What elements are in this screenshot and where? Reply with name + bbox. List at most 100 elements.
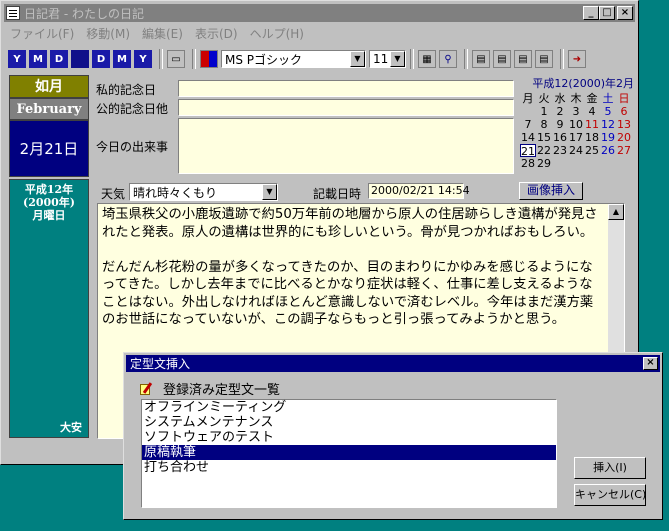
calendar-day[interactable]: 28 [520, 157, 536, 170]
template-listbox[interactable]: オフラインミーティング システムメンテナンス ソフトウェアのテスト 原稿執筆 打… [141, 399, 557, 508]
calendar-day[interactable]: 19 [600, 131, 616, 144]
image-icon[interactable]: ▦ [418, 50, 436, 68]
list-item[interactable]: ソフトウェアのテスト [142, 430, 556, 445]
calendar-day-today[interactable]: 21 [520, 144, 536, 158]
main-titlebar[interactable]: 日記君 - わたしの日記 _ □ × [4, 4, 635, 22]
calendar-day[interactable]: 14 [520, 131, 536, 144]
layout-2-icon[interactable]: ▤ [493, 50, 511, 68]
private-anniversary-label: 私的記念日 [96, 83, 157, 97]
calendar-weekday: 水 [554, 92, 566, 105]
calendar-day[interactable]: 27 [616, 144, 632, 157]
menu-edit[interactable]: 編集(E) [136, 25, 189, 42]
era-year: 平成12年 [24, 183, 74, 196]
insert-image-button[interactable]: 画像挿入 [519, 182, 583, 200]
chevron-down-icon[interactable]: ▼ [262, 184, 277, 200]
calendar-day[interactable]: 13 [616, 118, 632, 131]
toolbar-separator [159, 49, 163, 69]
calendar-day[interactable]: 20 [616, 131, 632, 144]
calendar-day[interactable]: 23 [552, 144, 568, 157]
search-icon[interactable]: ⚲ [439, 50, 457, 68]
window-icon[interactable]: ▭ [167, 50, 185, 68]
exit-door-icon[interactable]: ➜ [568, 50, 586, 68]
layout-3-icon[interactable]: ▤ [514, 50, 532, 68]
calendar-day[interactable]: 26 [600, 144, 616, 157]
calendar-day[interactable]: 7 [520, 118, 536, 131]
layout-1-icon[interactable]: ▤ [472, 50, 490, 68]
calendar-day[interactable]: 18 [584, 131, 600, 144]
toolbar-separator [560, 49, 564, 69]
calendar-day[interactable]: 24 [568, 144, 584, 157]
calendar-day[interactable]: 22 [536, 144, 552, 157]
calendar-day[interactable]: 25 [584, 144, 600, 157]
calendar-day[interactable]: 3 [568, 105, 584, 118]
list-item-selected[interactable]: 原稿執筆 [142, 445, 556, 460]
calendar-day[interactable]: 1 [536, 105, 552, 118]
calendar-day[interactable]: 10 [568, 118, 584, 131]
list-item[interactable]: オフラインミーティング [142, 400, 556, 415]
public-anniversary-field[interactable] [178, 99, 514, 116]
diary-app-icon[interactable] [6, 6, 20, 20]
diary-text: 埼玉県秩父の小鹿坂遺跡で約50万年前の地層から原人の住居跡らしき遺構が発見された… [102, 207, 598, 327]
calendar-day[interactable]: 6 [616, 105, 632, 118]
calendar-day[interactable]: 17 [568, 131, 584, 144]
cancel-button[interactable]: キャンセル(C) [574, 484, 646, 506]
menu-view[interactable]: 表示(D) [189, 25, 244, 42]
prev-day-button[interactable]: D [50, 50, 68, 68]
dialog-titlebar[interactable]: 定型文挿入 × [126, 355, 660, 372]
list-item[interactable]: 打ち合わせ [142, 460, 556, 475]
chevron-down-icon[interactable]: ▼ [350, 51, 365, 67]
record-datetime-value: 2000/02/21 14:54 [368, 183, 470, 199]
template-insert-dialog: 定型文挿入 × 登録済み定型文一覧 オフラインミーティング システムメンテナンス… [123, 352, 663, 520]
calendar-day[interactable]: 29 [536, 157, 552, 170]
chevron-down-icon[interactable]: ▼ [390, 51, 405, 67]
western-year: (2000年) [22, 196, 76, 209]
toolbar: Y M D D M Y ▭ MS Pゴシック ▼ 11 ▼ ▦ ⚲ ▤ ▤ ▤ … [4, 45, 635, 73]
calendar-weekday: 土 [602, 92, 614, 105]
calendar-day[interactable]: 15 [536, 131, 552, 144]
today-events-field[interactable] [178, 118, 514, 174]
private-anniversary-field[interactable] [178, 80, 514, 97]
menu-file[interactable]: ファイル(F) [4, 25, 80, 42]
calendar-weekday: 日 [618, 92, 630, 105]
calendar-day[interactable]: 5 [600, 105, 616, 118]
color-palette-icon[interactable] [200, 50, 218, 68]
scroll-up-icon[interactable]: ▲ [608, 204, 624, 220]
dialog-title: 定型文挿入 [130, 357, 191, 371]
calendar-day[interactable]: 9 [552, 118, 568, 131]
menu-help[interactable]: ヘルプ(H) [244, 25, 310, 42]
weather-select[interactable]: 晴れ時々くもり ▼ [129, 183, 278, 201]
calendar-day[interactable]: 12 [600, 118, 616, 131]
font-name-select[interactable]: MS Pゴシック ▼ [221, 50, 366, 68]
today-button[interactable] [71, 50, 89, 68]
maximize-button[interactable]: □ [599, 6, 615, 20]
calendar-header: 平成12(2000)年2月 [532, 77, 634, 90]
toolbar-separator [464, 49, 468, 69]
calendar-weekday: 火 [538, 92, 550, 105]
calendar-day[interactable]: 11 [584, 118, 600, 131]
minimize-button[interactable]: _ [583, 6, 599, 20]
next-year-button[interactable]: Y [134, 50, 152, 68]
menubar: ファイル(F) 移動(M) 編集(E) 表示(D) ヘルプ(H) [4, 24, 635, 42]
calendar-weekday: 金 [586, 92, 598, 105]
insert-button[interactable]: 挿入(I) [574, 457, 646, 479]
font-size-select[interactable]: 11 ▼ [369, 50, 406, 68]
list-item[interactable]: システムメンテナンス [142, 415, 556, 430]
next-month-button[interactable]: M [113, 50, 131, 68]
layout-4-icon[interactable]: ▤ [535, 50, 553, 68]
calendar-day[interactable]: 4 [584, 105, 600, 118]
menu-move[interactable]: 移動(M) [80, 25, 136, 42]
calendar-day[interactable]: 2 [552, 105, 568, 118]
prev-month-button[interactable]: M [29, 50, 47, 68]
prev-year-button[interactable]: Y [8, 50, 26, 68]
next-day-button[interactable]: D [92, 50, 110, 68]
calendar-day[interactable]: 16 [552, 131, 568, 144]
weekday: 月曜日 [32, 209, 66, 222]
month-japanese-name: 如月 [9, 75, 89, 98]
close-button[interactable]: × [617, 6, 633, 20]
calendar-day[interactable]: 8 [536, 118, 552, 131]
dialog-close-button[interactable]: × [643, 357, 658, 370]
weather-label: 天気 [101, 187, 126, 201]
calendar-day [616, 157, 632, 170]
era-date-panel: 平成12年 (2000年) 月曜日 大安 [9, 179, 89, 438]
calendar-day [568, 157, 584, 170]
